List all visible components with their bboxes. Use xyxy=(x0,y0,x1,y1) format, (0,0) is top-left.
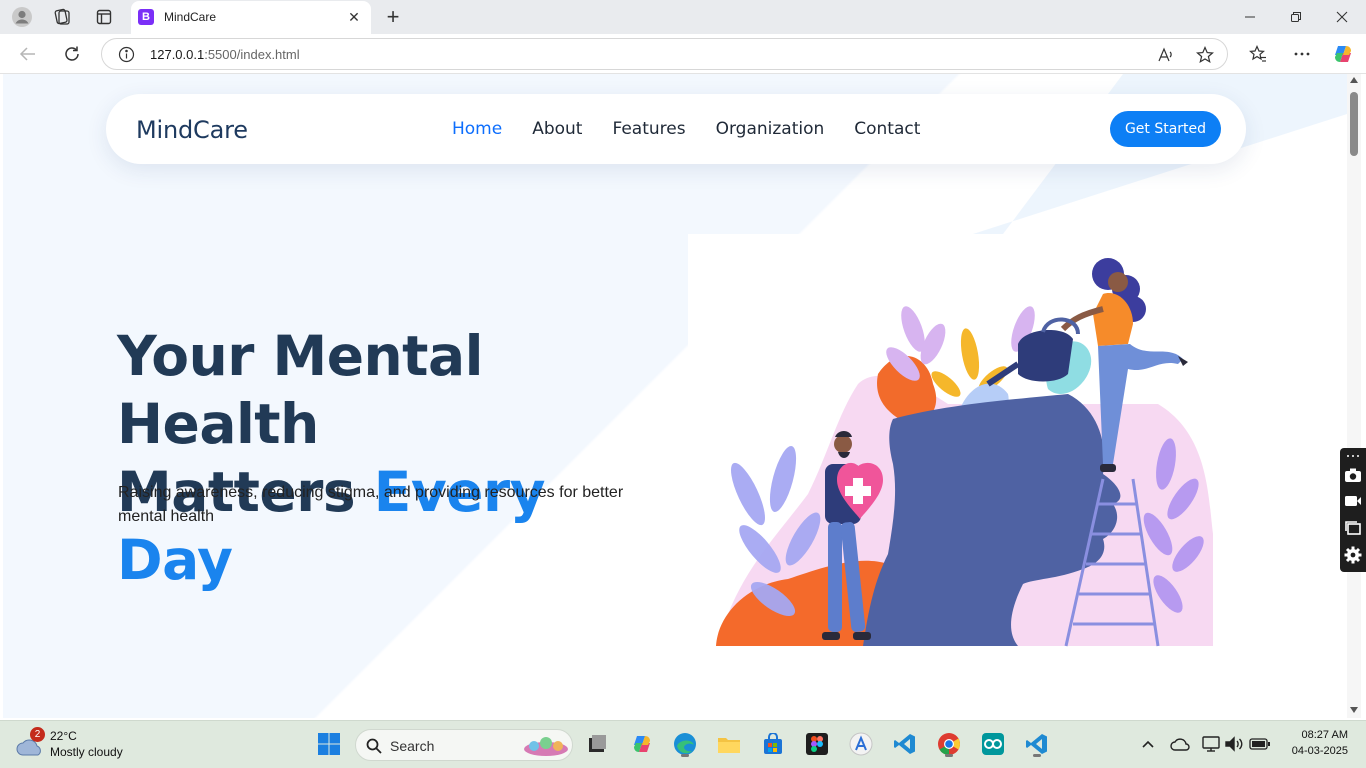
tab-mindcare[interactable]: B MindCare ✕ xyxy=(131,1,371,34)
page-scrollbar[interactable] xyxy=(1347,74,1361,718)
tab-favicon-icon: B xyxy=(138,9,154,25)
nav-contact[interactable]: Contact xyxy=(854,119,920,139)
nav-links: Home About Features Organization Contact xyxy=(452,119,950,139)
clock[interactable]: 08:27 AM 04-03-2025 xyxy=(1284,727,1348,759)
refresh-icon[interactable] xyxy=(60,42,84,66)
active-indicator xyxy=(681,754,689,757)
figma-icon[interactable] xyxy=(802,729,832,759)
search-label: Search xyxy=(390,738,435,754)
profile-icon[interactable] xyxy=(10,5,34,29)
taskbar-search[interactable]: Search xyxy=(355,729,573,761)
weather-desc: Mostly cloudy xyxy=(50,745,123,759)
minimize-icon[interactable] xyxy=(1227,5,1273,29)
site-info-icon[interactable] xyxy=(118,46,135,63)
app-a-icon[interactable] xyxy=(846,729,876,759)
tab-close-icon[interactable]: ✕ xyxy=(346,9,362,25)
task-view-icon[interactable] xyxy=(582,729,612,759)
address-path: :5500/index.html xyxy=(204,47,300,62)
site-navbar: MindCare Home About Features Organizatio… xyxy=(106,94,1246,164)
chrome-icon[interactable] xyxy=(934,729,964,759)
settings-gear-icon[interactable] xyxy=(1344,546,1362,564)
weather-widget[interactable]: 2 22°C Mostly cloudy xyxy=(14,727,144,763)
site-brand[interactable]: MindCare xyxy=(136,116,248,144)
hero-title: Your Mental Health Matters Every Day xyxy=(117,322,677,594)
notification-badge: 2 xyxy=(30,727,45,742)
tray-chevron-up-icon[interactable] xyxy=(1133,729,1163,759)
scroll-down-arrow-icon[interactable] xyxy=(1350,707,1358,713)
file-explorer-icon[interactable] xyxy=(714,729,744,759)
taskbar: 2 22°C Mostly cloudy Search 08:27 AM 04-… xyxy=(0,720,1366,768)
window-capture-icon[interactable] xyxy=(1344,519,1362,537)
copilot-app-icon[interactable] xyxy=(627,729,657,759)
address-url: 127.0.0.1:5500/index.html xyxy=(150,47,300,62)
weather-temp: 22°C xyxy=(50,729,77,743)
address-bar[interactable]: 127.0.0.1:5500/index.html xyxy=(101,38,1228,70)
widget-menu-icon[interactable] xyxy=(1344,450,1362,462)
scrollbar-thumb[interactable] xyxy=(1350,92,1358,156)
vscode-icon[interactable] xyxy=(890,729,920,759)
camera-icon[interactable] xyxy=(1344,466,1362,484)
more-menu-icon[interactable] xyxy=(1290,42,1314,66)
favorite-star-icon[interactable] xyxy=(1195,45,1215,65)
collections-icon[interactable] xyxy=(50,5,74,29)
active-indicator xyxy=(1033,754,1041,757)
arduino-icon[interactable] xyxy=(978,729,1008,759)
address-host: 127.0.0.1 xyxy=(150,47,205,62)
tab-bar: B MindCare ✕ + xyxy=(0,0,1366,34)
edge-browser-icon[interactable] xyxy=(670,729,700,759)
browser-toolbar: 127.0.0.1:5500/index.html xyxy=(0,34,1366,74)
clock-date: 04-03-2025 xyxy=(1291,745,1348,757)
favorites-icon[interactable] xyxy=(1246,42,1270,66)
hero-title-line1: Your Mental Health xyxy=(117,324,483,456)
hero-subtitle: Raising awareness, reducing stigma, and … xyxy=(118,484,624,525)
scroll-up-arrow-icon[interactable] xyxy=(1350,77,1358,83)
search-highlight-icon xyxy=(524,737,568,756)
back-icon[interactable] xyxy=(16,42,40,66)
read-aloud-icon[interactable] xyxy=(1156,45,1176,65)
search-icon xyxy=(366,738,382,754)
start-windows-icon[interactable] xyxy=(314,729,344,759)
close-window-icon[interactable] xyxy=(1319,5,1365,29)
nav-features[interactable]: Features xyxy=(612,119,685,139)
battery-icon[interactable] xyxy=(1245,729,1275,759)
onedrive-icon[interactable] xyxy=(1165,729,1195,759)
copilot-icon[interactable] xyxy=(1331,42,1355,66)
video-icon[interactable] xyxy=(1344,492,1362,510)
capture-widget xyxy=(1340,448,1366,572)
new-tab-icon[interactable]: + xyxy=(381,4,405,29)
vscode-icon-2[interactable] xyxy=(1022,729,1052,759)
tab-title: MindCare xyxy=(164,10,217,24)
hero-illustration xyxy=(688,234,1234,670)
nav-about[interactable]: About xyxy=(532,119,582,139)
vertical-tabs-icon[interactable] xyxy=(92,5,116,29)
clock-time: 08:27 AM xyxy=(1301,729,1348,741)
nav-home[interactable]: Home xyxy=(452,119,502,139)
page-viewport: MindCare Home About Features Organizatio… xyxy=(3,74,1347,718)
active-indicator xyxy=(945,754,953,757)
restore-icon[interactable] xyxy=(1273,5,1319,29)
store-icon[interactable] xyxy=(758,729,788,759)
get-started-button[interactable]: Get Started xyxy=(1110,111,1221,147)
nav-organization[interactable]: Organization xyxy=(716,119,825,139)
